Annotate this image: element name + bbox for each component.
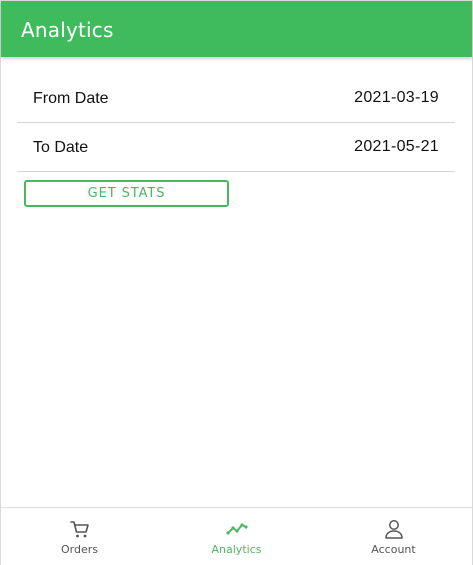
from-date-value[interactable]: 2021-03-19 <box>354 89 439 107</box>
from-date-row[interactable]: From Date 2021-03-19 <box>17 74 455 123</box>
trend-line-icon <box>226 518 248 540</box>
nav-analytics-label: Analytics <box>211 543 262 556</box>
nav-account[interactable]: Account <box>315 508 472 565</box>
from-date-label: From Date <box>33 90 109 107</box>
app-header: Analytics <box>1 1 472 57</box>
app-frame: Analytics From Date 2021-03-19 To Date 2… <box>0 0 473 565</box>
nav-orders[interactable]: Orders <box>1 508 158 565</box>
to-date-label: To Date <box>33 139 89 156</box>
nav-orders-label: Orders <box>61 543 98 556</box>
bottom-navigation: Orders Analytics Account <box>1 507 472 565</box>
user-icon <box>383 518 405 540</box>
page-title: Analytics <box>21 18 114 42</box>
get-stats-button[interactable]: GET STATS <box>24 180 229 207</box>
nav-account-label: Account <box>371 543 416 556</box>
to-date-row[interactable]: To Date 2021-05-21 <box>17 123 455 172</box>
cart-icon <box>69 518 91 540</box>
nav-analytics[interactable]: Analytics <box>158 508 315 565</box>
to-date-value[interactable]: 2021-05-21 <box>354 138 439 156</box>
